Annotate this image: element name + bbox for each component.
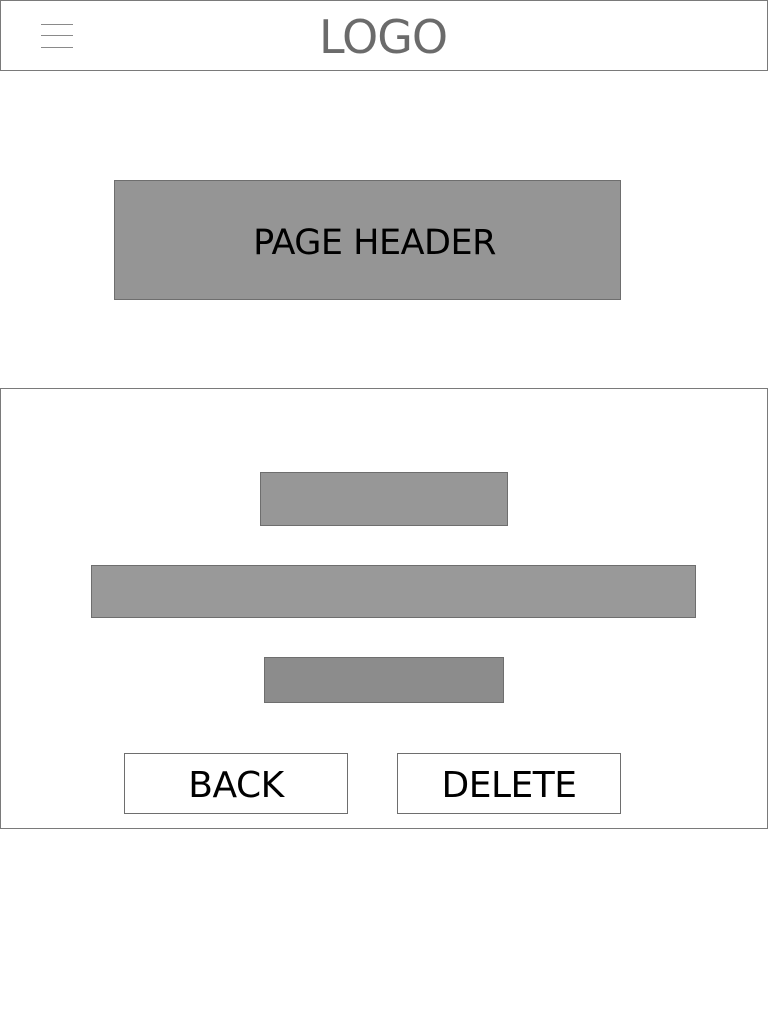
top-navigation-bar: LOGO — [0, 0, 768, 71]
content-placeholder-block — [91, 565, 696, 618]
page-title: PAGE HEADER — [253, 223, 496, 263]
logo[interactable]: LOGO — [319, 9, 448, 65]
menu-icon-line — [41, 24, 73, 25]
page-header-banner: PAGE HEADER — [114, 180, 621, 300]
content-panel: BACK DELETE — [0, 388, 768, 829]
back-button[interactable]: BACK — [124, 753, 348, 814]
detail-placeholder-block — [264, 657, 504, 703]
menu-icon-line — [41, 35, 73, 36]
hamburger-menu-icon[interactable] — [41, 23, 73, 49]
title-placeholder-block — [260, 472, 508, 526]
menu-icon-line — [41, 47, 73, 48]
delete-button[interactable]: DELETE — [397, 753, 621, 814]
